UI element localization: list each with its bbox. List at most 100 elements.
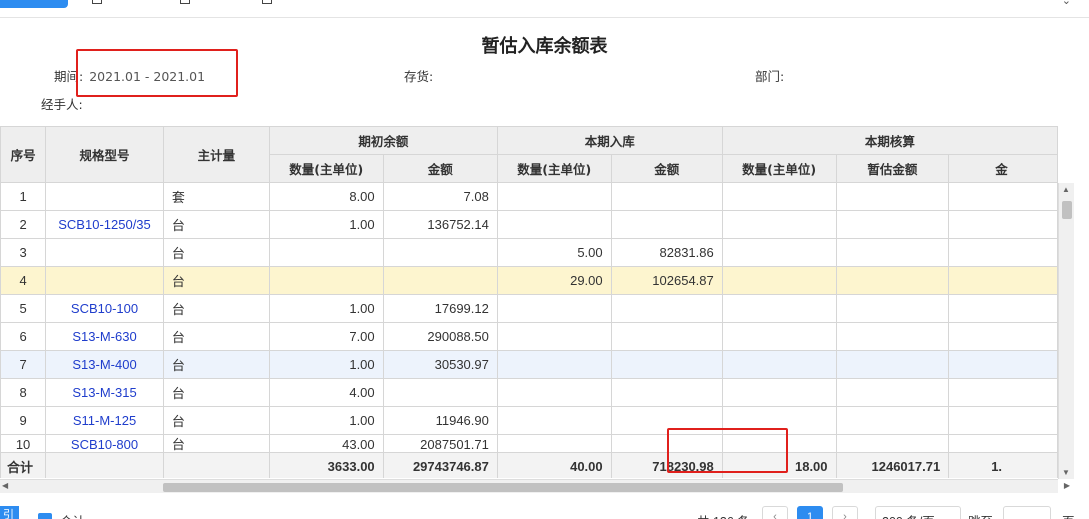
footer-bar: 引 合计 共 136 条 ‹ 1 › 200 条/页 跳至 页 xyxy=(0,500,1089,519)
total-label: 合计 xyxy=(0,452,47,478)
cell-spec[interactable]: SCB10-100 xyxy=(45,294,164,323)
cell-spec[interactable]: S13-M-315 xyxy=(45,378,164,407)
cell-seq: 3 xyxy=(0,238,47,267)
cell-extra xyxy=(948,350,1058,379)
toolbar-icon-2[interactable] xyxy=(180,0,190,4)
cell-unit: 台 xyxy=(162,266,270,295)
header-opening-balance: 期初余额 xyxy=(268,126,498,155)
sum-checkbox[interactable] xyxy=(38,513,52,519)
cell-open-amount xyxy=(382,266,498,295)
scroll-right-icon[interactable]: ▶ xyxy=(1064,481,1070,490)
cell-chk-qty xyxy=(721,322,837,351)
table-row[interactable]: 10 SCB10-800 台 43.00 2087501.71 xyxy=(0,434,1058,453)
period-value[interactable]: 2021.01 - 2021.01 xyxy=(89,69,205,84)
page-1-button[interactable]: 1 xyxy=(797,506,823,519)
table-row[interactable]: 3 台 5.00 82831.86 xyxy=(0,238,1058,267)
chevron-down-icon[interactable]: ⌄ xyxy=(1062,0,1071,7)
scroll-down-icon[interactable]: ▼ xyxy=(1062,468,1070,477)
horizontal-scroll-thumb[interactable] xyxy=(163,483,843,492)
header-period-inbound: 本期入库 xyxy=(496,126,723,155)
cell-open-amount: 7.08 xyxy=(382,182,498,211)
cell-open-qty: 7.00 xyxy=(268,322,384,351)
cell-spec[interactable]: S13-M-630 xyxy=(45,322,164,351)
cell-spec[interactable]: S13-M-400 xyxy=(45,350,164,379)
page-prev-button[interactable]: ‹ xyxy=(762,506,788,519)
header-period-checked: 本期核算 xyxy=(721,126,1058,155)
cell-chk-amount xyxy=(835,406,950,435)
table-row[interactable]: 1 套 8.00 7.08 xyxy=(0,182,1058,211)
cell-extra xyxy=(948,322,1058,351)
cell-spec[interactable] xyxy=(45,182,164,211)
table-row[interactable]: 9 S11-M-125 台 1.00 11946.90 xyxy=(0,406,1058,435)
balance-table-container: 序号 规格型号 主计量 期初余额 本期入库 本期核算 数量(主单位) 金额 数量… xyxy=(0,126,1058,478)
cell-chk-amount xyxy=(835,210,950,239)
cell-open-amount xyxy=(382,378,498,407)
vertical-scrollbar[interactable]: ▲ ▼ xyxy=(1058,183,1074,479)
horizontal-scrollbar[interactable]: ◀ ▶ xyxy=(0,479,1070,493)
header-unit: 主计量 xyxy=(162,126,270,183)
department-filter-label: 部门: xyxy=(755,69,785,84)
cell-chk-amount xyxy=(835,350,950,379)
cell-open-amount xyxy=(382,238,498,267)
cell-in-amount: 102654.87 xyxy=(610,266,723,295)
cell-chk-amount xyxy=(835,378,950,407)
cell-open-qty: 4.00 xyxy=(268,378,384,407)
period-label: 期间: xyxy=(54,69,84,84)
cell-spec[interactable]: SCB10-800 xyxy=(45,434,164,453)
footer-action-button[interactable]: 引 xyxy=(0,506,19,519)
cell-seq: 8 xyxy=(0,378,47,407)
cell-open-qty: 43.00 xyxy=(268,434,384,453)
cell-in-amount xyxy=(610,210,723,239)
table-row[interactable]: 6 S13-M-630 台 7.00 290088.50 xyxy=(0,322,1058,351)
header-chk-amount: 金 xyxy=(948,154,1058,183)
cell-in-amount xyxy=(610,378,723,407)
cell-unit: 台 xyxy=(162,378,270,407)
primary-toolbar-button[interactable] xyxy=(0,0,68,8)
cell-extra xyxy=(948,406,1058,435)
total-row: 合计 3633.00 29743746.87 40.00 718230.98 1… xyxy=(0,452,1058,478)
jump-page-input[interactable] xyxy=(1003,506,1051,519)
scroll-up-icon[interactable]: ▲ xyxy=(1062,185,1070,194)
cell-chk-amount xyxy=(835,294,950,323)
cell-chk-qty xyxy=(721,182,837,211)
page-size-select[interactable]: 200 条/页 xyxy=(875,506,961,519)
cell-extra xyxy=(948,434,1058,453)
table-row[interactable]: 8 S13-M-315 台 4.00 xyxy=(0,378,1058,407)
page-next-button[interactable]: › xyxy=(832,506,858,519)
cell-spec[interactable] xyxy=(45,266,164,295)
cell-spec[interactable] xyxy=(45,238,164,267)
cell-in-amount: 82831.86 xyxy=(610,238,723,267)
header-open-amount: 金额 xyxy=(382,154,498,183)
scroll-left-icon[interactable]: ◀ xyxy=(2,481,8,490)
total-chk-qty: 18.00 xyxy=(721,452,837,478)
cell-spec[interactable]: SCB10-1250/35 xyxy=(45,210,164,239)
total-open-qty: 3633.00 xyxy=(268,452,384,478)
header-spec: 规格型号 xyxy=(45,126,164,183)
cell-seq: 6 xyxy=(0,322,47,351)
total-chk-est-amount: 1246017.71 xyxy=(835,452,950,478)
cell-in-qty xyxy=(496,182,612,211)
cell-extra xyxy=(948,238,1058,267)
table-row[interactable]: 5 SCB10-100 台 1.00 17699.12 xyxy=(0,294,1058,323)
cell-open-qty: 8.00 xyxy=(268,182,384,211)
sum-checkbox-label: 合计 xyxy=(60,511,85,519)
toolbar-icon-3[interactable] xyxy=(262,0,272,4)
cell-chk-amount xyxy=(835,434,950,453)
cell-open-amount: 290088.50 xyxy=(382,322,498,351)
cell-chk-qty xyxy=(721,238,837,267)
cell-seq: 7 xyxy=(0,350,47,379)
cell-open-qty: 1.00 xyxy=(268,210,384,239)
cell-chk-qty xyxy=(721,266,837,295)
cell-in-qty xyxy=(496,434,612,453)
cell-open-qty: 1.00 xyxy=(268,406,384,435)
toolbar-icon-1[interactable] xyxy=(92,0,102,4)
cell-spec[interactable]: S11-M-125 xyxy=(45,406,164,435)
header-chk-est-amount: 暂估金额 xyxy=(835,154,950,183)
table-row-hovered[interactable]: 7 S13-M-400 台 1.00 30530.97 xyxy=(0,350,1058,379)
cell-in-amount xyxy=(610,322,723,351)
cell-in-amount xyxy=(610,434,723,453)
vertical-scroll-thumb[interactable] xyxy=(1062,201,1072,219)
table-row-highlighted[interactable]: 4 台 29.00 102654.87 xyxy=(0,266,1058,295)
header-in-amount: 金额 xyxy=(610,154,723,183)
table-row[interactable]: 2 SCB10-1250/35 台 1.00 136752.14 xyxy=(0,210,1058,239)
